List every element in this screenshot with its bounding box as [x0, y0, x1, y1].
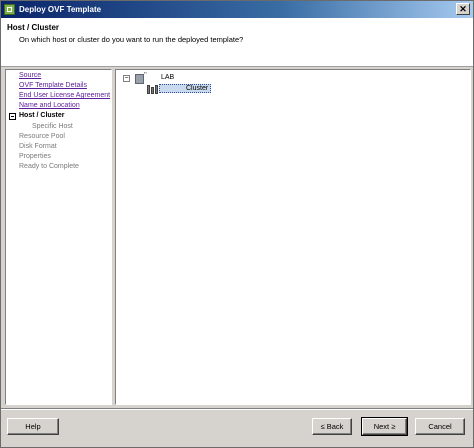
page-title: Host / Cluster: [7, 23, 60, 32]
wizard-header: Host / Cluster On which host or cluster …: [1, 18, 473, 67]
window-title: Deploy OVF Template: [19, 5, 102, 14]
inventory-tree-panel: − '' LAB Cluster: [115, 69, 471, 405]
close-button[interactable]: ✕: [456, 3, 470, 15]
wizard-steps-panel: Source OVF Template Details End User Lic…: [5, 69, 112, 405]
deploy-ovf-window: Deploy OVF Template ✕ Host / Cluster On …: [0, 0, 474, 448]
title-bar[interactable]: Deploy OVF Template ✕: [1, 1, 473, 18]
page-description: On which host or cluster do you want to …: [19, 35, 244, 44]
app-icon: [4, 4, 15, 15]
step-resource-pool: Resource Pool: [19, 133, 65, 140]
step-properties: Properties: [19, 153, 51, 160]
step-source[interactable]: Source: [19, 72, 41, 79]
step-name-and-location[interactable]: Name and Location: [19, 102, 80, 109]
tree-item-lab[interactable]: LAB: [161, 74, 174, 81]
datacenter-overlay-text: '': [144, 72, 147, 79]
step-disk-format: Disk Format: [19, 143, 57, 150]
step-specific-host: Specific Host: [32, 123, 73, 130]
help-button[interactable]: Help: [7, 418, 59, 435]
current-step-marker-icon: [9, 113, 16, 120]
cluster-icon: [147, 85, 158, 94]
step-host-cluster: Host / Cluster: [19, 112, 65, 119]
cancel-button[interactable]: Cancel: [415, 418, 465, 435]
next-button[interactable]: Next ≥: [361, 417, 408, 436]
step-eula[interactable]: End User License Agreement: [19, 92, 110, 99]
step-ovf-template-details[interactable]: OVF Template Details: [19, 82, 87, 89]
step-ready-to-complete: Ready to Complete: [19, 163, 79, 170]
collapse-toggle-icon[interactable]: −: [123, 75, 130, 82]
back-button[interactable]: ≤ Back: [312, 418, 352, 435]
datacenter-icon: [135, 74, 144, 84]
tree-item-cluster[interactable]: Cluster: [159, 84, 211, 93]
footer-divider: [1, 408, 473, 410]
